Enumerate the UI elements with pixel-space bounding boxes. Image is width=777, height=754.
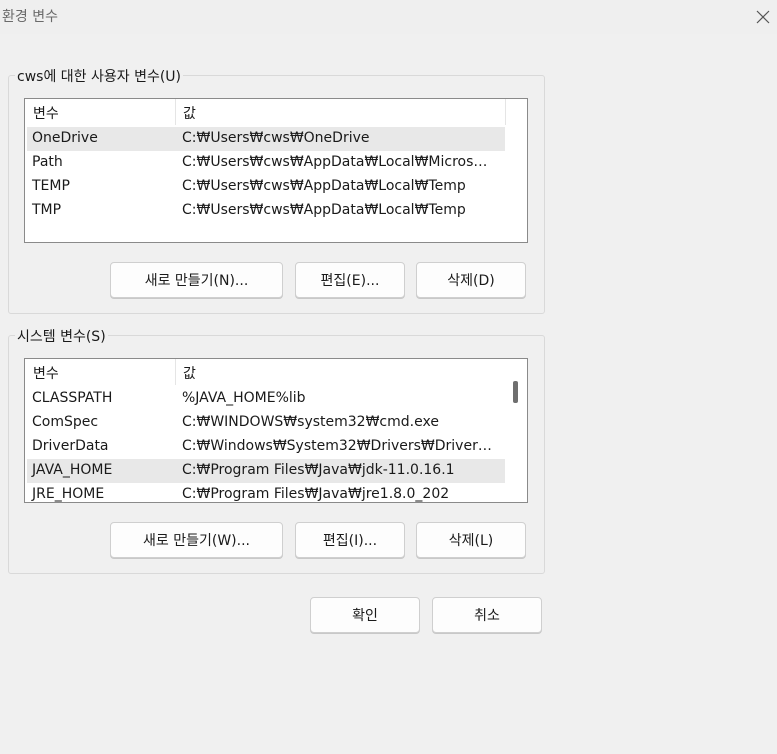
var-value: C:₩Users₩cws₩AppData₩Local₩Temp: [182, 178, 466, 194]
user-edit-button[interactable]: 편집(E)...: [295, 262, 405, 298]
var-name: TMP: [32, 202, 62, 218]
header-name[interactable]: 변수: [33, 103, 59, 123]
window-title: 환경 변수: [2, 9, 58, 25]
table-row[interactable]: Path C:₩Users₩cws₩AppData₩Local₩Microsof…: [27, 151, 505, 175]
var-name: ComSpec: [32, 414, 99, 430]
table-row[interactable]: CLASSPATH %JAVA_HOME%lib: [27, 387, 505, 411]
user-variables-label: cws에 대한 사용자 변수(U): [15, 66, 184, 86]
var-value: C:₩Users₩cws₩AppData₩Local₩Microsoft₩...: [182, 154, 494, 170]
table-row[interactable]: ComSpec C:₩WINDOWS₩system32₩cmd.exe: [27, 411, 505, 435]
header-value[interactable]: 값: [183, 363, 196, 383]
table-row[interactable]: JAVA_HOME C:₩Program Files₩Java₩jdk-11.0…: [27, 459, 505, 483]
table-row[interactable]: TEMP C:₩Users₩cws₩AppData₩Local₩Temp: [27, 175, 505, 199]
header-value[interactable]: 값: [183, 103, 196, 123]
var-value: C:₩Program Files₩Java₩jre1.8.0_202: [182, 486, 450, 502]
var-name: CLASSPATH: [32, 390, 113, 406]
var-value: C:₩Windows₩System32₩Drivers₩DriverData: [182, 438, 494, 454]
var-value: C:₩WINDOWS₩system32₩cmd.exe: [182, 414, 439, 430]
system-variables-list[interactable]: 변수 값 CLASSPATH %JAVA_HOME%lib ComSpec C:…: [24, 358, 528, 503]
system-new-button[interactable]: 새로 만들기(W)...: [110, 522, 283, 558]
system-variables-label: 시스템 변수(S): [15, 326, 108, 346]
list-header: 변수 값: [25, 99, 527, 125]
var-name: OneDrive: [32, 130, 98, 146]
header-name[interactable]: 변수: [33, 363, 59, 383]
scrollbar-thumb[interactable]: [513, 381, 518, 403]
var-name: DriverData: [32, 438, 109, 454]
header-separator[interactable]: [505, 99, 506, 125]
ok-button[interactable]: 확인: [310, 597, 420, 633]
header-separator[interactable]: [175, 359, 176, 385]
var-name: TEMP: [32, 178, 70, 194]
system-delete-button[interactable]: 삭제(L): [416, 522, 526, 558]
table-row[interactable]: JRE_HOME C:₩Program Files₩Java₩jre1.8.0_…: [27, 483, 505, 502]
var-value: %JAVA_HOME%lib: [182, 390, 306, 406]
vertical-scrollbar[interactable]: [505, 359, 525, 502]
var-value: C:₩Users₩cws₩OneDrive: [182, 130, 370, 146]
var-name: JRE_HOME: [32, 486, 105, 502]
table-row[interactable]: TMP C:₩Users₩cws₩AppData₩Local₩Temp: [27, 199, 505, 223]
user-delete-button[interactable]: 삭제(D): [416, 262, 526, 298]
title-bar: 환경 변수: [0, 0, 777, 34]
header-separator[interactable]: [175, 99, 176, 125]
var-name: Path: [32, 154, 63, 170]
table-row[interactable]: DriverData C:₩Windows₩System32₩Drivers₩D…: [27, 435, 505, 459]
var-value: C:₩Program Files₩Java₩jdk-11.0.16.1: [182, 462, 455, 478]
close-icon[interactable]: [754, 8, 772, 26]
list-header: 변수 값: [25, 359, 527, 385]
system-edit-button[interactable]: 편집(I)...: [295, 522, 405, 558]
table-row[interactable]: OneDrive C:₩Users₩cws₩OneDrive: [27, 127, 505, 151]
cancel-button[interactable]: 취소: [432, 597, 542, 633]
var-name: JAVA_HOME: [32, 462, 113, 478]
user-new-button[interactable]: 새로 만들기(N)...: [110, 262, 283, 298]
var-value: C:₩Users₩cws₩AppData₩Local₩Temp: [182, 202, 466, 218]
user-variables-list[interactable]: 변수 값 OneDrive C:₩Users₩cws₩OneDrive Path…: [24, 98, 528, 243]
